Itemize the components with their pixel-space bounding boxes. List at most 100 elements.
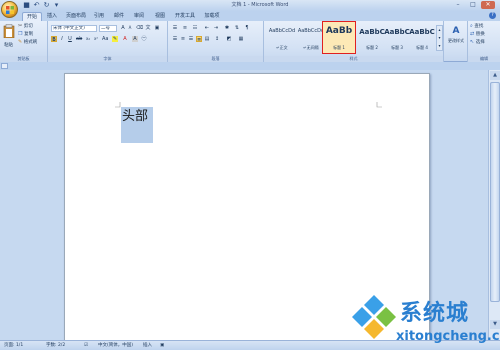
bold-icon[interactable]: B [51,36,57,43]
replace-label: 替换 [475,32,485,37]
decrease-indent-icon[interactable]: ⇤ [204,25,210,31]
tab-references[interactable]: 引用 [92,12,106,21]
spell-check-icon[interactable]: ☑ [84,341,88,350]
minimize-button[interactable]: – [451,1,465,9]
scrollbar-thumb[interactable] [490,82,500,302]
bullets-icon[interactable]: ☰ [172,25,178,31]
scissors-icon: ✂ [18,23,23,29]
select-label: 选择 [475,40,485,45]
style-heading-4[interactable]: AaBbC 标题 4 [408,23,436,53]
align-center-icon[interactable]: ≡ [180,36,186,42]
style-normal-name: ↵正文 [276,45,288,50]
copy-button[interactable]: ❐ 复制 [18,31,33,38]
office-button[interactable] [1,1,18,18]
subscript-icon[interactable]: x₂ [85,36,91,42]
numbering-icon[interactable]: ≡ [182,25,188,31]
superscript-icon[interactable]: x² [93,36,99,42]
watermark-url: xitongcheng.com [396,329,500,344]
chinese-layout-icon[interactable]: ✱ [224,25,230,31]
line-spacing-icon[interactable]: ↕ [214,36,220,42]
clear-format-icon[interactable]: ⌫ [136,25,143,31]
title-bar: ■ ↶ ↻ ▾ 文档 1 - Microsoft Word – □ ✕ [0,0,500,11]
selected-heading-text[interactable]: 头部 [121,107,153,143]
format-painter-button[interactable]: ✎ 格式刷 [18,39,37,46]
multilevel-list-icon[interactable]: ☷ [192,25,198,31]
paste-button[interactable] [3,24,15,42]
enclose-char-icon[interactable]: ㊀ [141,36,147,42]
maximize-button[interactable]: □ [466,1,480,9]
shrink-font-icon[interactable]: A [127,25,133,31]
tab-review[interactable]: 审阅 [132,12,146,21]
find-label: 查找 [474,24,484,29]
find-button[interactable]: ⌕ 查找 [470,23,483,30]
strikethrough-icon[interactable]: ab [76,36,82,42]
style-no-spacing-sample: AaBbCcDd [297,28,325,34]
tab-developer[interactable]: 开发工具 [173,12,197,21]
font-size-select[interactable]: 二号 [99,25,117,32]
redo-icon[interactable]: ↻ [42,1,51,10]
close-button[interactable]: ✕ [481,1,495,9]
copy-label: 复制 [24,32,34,37]
select-icon: ↖ [470,39,475,45]
underline-icon[interactable]: U [67,36,73,42]
select-button[interactable]: ↖ 选择 [470,39,485,46]
shading-icon[interactable]: ◩ [226,36,232,42]
style-heading-4-name: 标题 4 [416,45,428,50]
align-right-icon[interactable]: ☰ [188,36,194,42]
scroll-up-icon[interactable]: ▲ [490,71,500,80]
char-shading-icon[interactable]: A [132,36,138,42]
save-icon[interactable]: ■ [22,1,31,10]
status-insert-mode[interactable]: 插入 [143,341,152,350]
style-heading-2-name: 标题 2 [366,45,378,50]
watermark-name: 系统城 [400,301,470,326]
style-no-spacing[interactable]: AaBbCcDd ↵无间隔 [297,23,325,53]
clipboard-icon [3,24,15,39]
highlight-icon[interactable]: ✎ [112,36,118,42]
font-color-icon[interactable]: A [122,36,128,42]
replace-button[interactable]: ⇄ 替换 [470,31,485,38]
italic-icon[interactable]: I [59,36,65,42]
help-icon[interactable]: ? [489,12,496,19]
cut-button[interactable]: ✂ 剪切 [18,23,33,30]
sort-icon[interactable]: ⇅ [234,25,240,31]
status-words[interactable]: 字数: 2/2 [46,341,65,350]
style-heading-1-name: 标题 1 [333,45,345,50]
tab-mailings[interactable]: 邮件 [112,12,126,21]
tab-view[interactable]: 视图 [153,12,167,21]
change-styles-button[interactable]: A 更改样式 [446,24,466,50]
binoculars-icon: ⌕ [470,23,473,29]
style-heading-2[interactable]: AaBbC 标题 2 [358,23,386,53]
style-heading-3-name: 标题 3 [391,45,403,50]
style-heading-3-sample: AaBbC [384,28,410,36]
tab-home[interactable]: 开始 [22,12,42,21]
change-styles-label: 更改样式 [448,38,464,43]
change-case-icon[interactable]: Aa [102,36,108,42]
site-watermark: 系统城 xitongcheng.com [350,293,500,350]
style-heading-1[interactable]: AaBb 标题 1 [322,21,356,54]
borders-icon[interactable]: ▦ [238,36,244,42]
macro-record-icon[interactable]: ▣ [160,341,164,350]
tab-insert[interactable]: 插入 [44,12,60,21]
style-normal[interactable]: AaBbCcDd ↵正文 [268,23,296,53]
replace-icon: ⇄ [470,31,475,37]
status-page[interactable]: 页面: 1/1 [4,341,23,350]
style-gallery-scroll-icon[interactable]: ▴ ▾ ▾ [436,25,443,51]
ruler-toggle-button[interactable] [1,63,8,69]
tab-page-layout[interactable]: 页面布局 [64,12,88,21]
show-marks-icon[interactable]: ¶ [244,25,250,31]
font-name-select[interactable]: 宋体 (中文正文) [51,25,97,32]
style-heading-3[interactable]: AaBbC 标题 3 [383,23,411,53]
align-left-icon[interactable]: ☰ [172,36,178,42]
distribute-icon[interactable]: ▤ [204,36,210,42]
status-language[interactable]: 中文(简体，中国) [98,341,133,350]
phonetic-guide-icon[interactable]: 文 [145,25,151,31]
char-border-icon[interactable]: ▣ [154,25,160,31]
customize-quick-access-icon[interactable]: ▾ [52,1,61,10]
justify-icon[interactable]: ≣ [196,36,202,43]
copy-icon: ❐ [18,31,23,37]
undo-icon[interactable]: ↶ [32,1,41,10]
change-styles-group: A 更改样式 [444,21,468,62]
increase-indent-icon[interactable]: ⇥ [213,25,219,31]
grow-font-icon[interactable]: A [120,25,126,31]
tab-addins[interactable]: 加载项 [203,12,221,21]
